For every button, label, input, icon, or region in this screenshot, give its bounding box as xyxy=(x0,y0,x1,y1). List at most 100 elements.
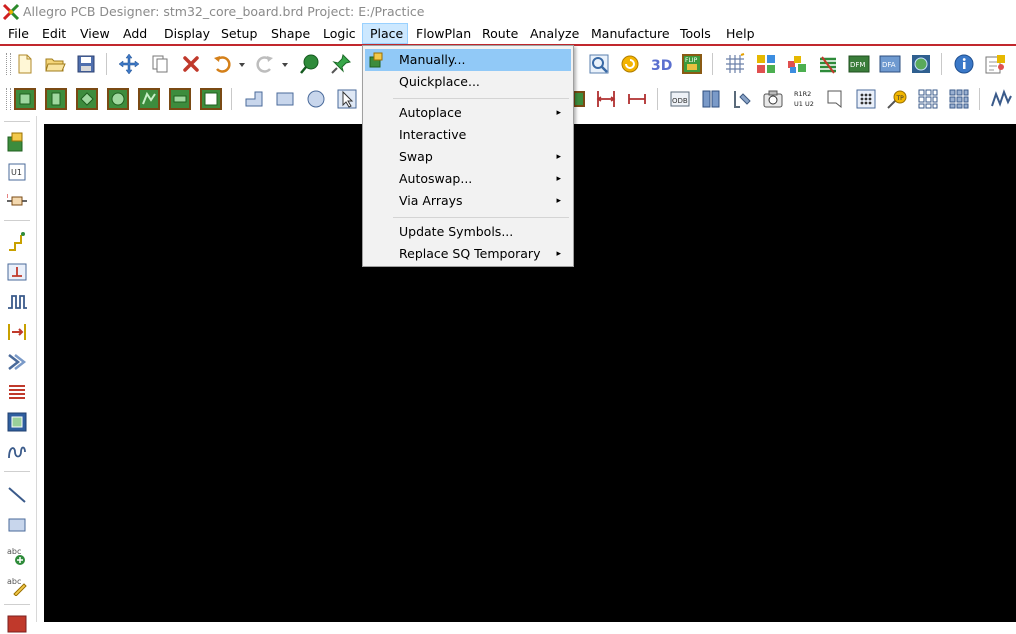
probe-icon[interactable]: TP xyxy=(886,88,908,110)
menu-analyze[interactable]: Analyze xyxy=(530,23,579,44)
svg-text:TP: TP xyxy=(896,95,905,102)
wave-route-icon[interactable] xyxy=(6,441,28,463)
menu-file[interactable]: File xyxy=(8,23,29,44)
menu-shape[interactable]: Shape xyxy=(271,23,310,44)
svg-text:DFA: DFA xyxy=(882,61,896,69)
menu-flowplan[interactable]: FlowPlan xyxy=(416,23,471,44)
menu-item-autoplace[interactable]: Autoplace ▸ xyxy=(365,102,571,124)
layer-2-icon[interactable] xyxy=(45,88,67,110)
add-text-icon[interactable]: abc xyxy=(6,544,28,566)
note-icon[interactable] xyxy=(824,88,846,110)
menu-setup[interactable]: Setup xyxy=(221,23,257,44)
new-file-icon[interactable] xyxy=(14,53,36,75)
menu-item-autoswap[interactable]: Autoswap... ▸ xyxy=(365,168,571,190)
board-icon[interactable] xyxy=(6,411,28,433)
menu-add[interactable]: Add xyxy=(123,23,147,44)
flip-icon[interactable]: FLIP xyxy=(681,53,703,75)
refdes-u1-icon[interactable]: U1 xyxy=(6,161,28,183)
refresh-icon[interactable] xyxy=(619,53,641,75)
odb-icon[interactable]: ODB xyxy=(669,88,691,110)
toolbar-separator xyxy=(231,88,232,110)
dim-2-icon[interactable] xyxy=(626,88,648,110)
menu-item-interactive[interactable]: Interactive xyxy=(365,124,571,146)
menu-item-swap[interactable]: Swap ▸ xyxy=(365,146,571,168)
misc-icon[interactable] xyxy=(6,612,28,634)
menu-edit[interactable]: Edit xyxy=(42,23,66,44)
rect-shape-icon[interactable] xyxy=(274,88,296,110)
menu-help[interactable]: Help xyxy=(726,23,755,44)
menu-logic[interactable]: Logic xyxy=(323,23,356,44)
menu-tools[interactable]: Tools xyxy=(680,23,711,44)
menu-item-label: Autoplace xyxy=(399,105,462,120)
rectangle-icon[interactable] xyxy=(6,514,28,536)
redo-icon[interactable] xyxy=(254,53,276,75)
color-icon[interactable] xyxy=(755,53,777,75)
menu-view[interactable]: View xyxy=(80,23,110,44)
menu-item-quickplace[interactable]: Quickplace... xyxy=(365,71,571,93)
3d-view-icon[interactable]: 3D xyxy=(650,53,672,75)
wave-icon[interactable] xyxy=(990,88,1012,110)
open-folder-icon[interactable] xyxy=(44,53,66,75)
menu-place[interactable]: Place xyxy=(362,23,408,44)
layer-icon[interactable] xyxy=(786,53,808,75)
stackup-icon[interactable] xyxy=(817,53,839,75)
camera-icon[interactable] xyxy=(762,88,784,110)
menu-item-replace-sq-temporary[interactable]: Replace SQ Temporary ▸ xyxy=(365,243,571,265)
place-manual-icon xyxy=(369,52,385,68)
book-icon[interactable] xyxy=(700,88,722,110)
layer-1-icon[interactable] xyxy=(14,88,36,110)
meander-icon[interactable] xyxy=(6,291,28,313)
menu-item-update-symbols[interactable]: Update Symbols... xyxy=(365,221,571,243)
place-comp-icon[interactable] xyxy=(6,131,28,153)
grid-icon[interactable] xyxy=(724,53,746,75)
undo-icon[interactable] xyxy=(211,53,233,75)
grid-dots-icon[interactable] xyxy=(855,88,877,110)
array-2-icon[interactable] xyxy=(948,88,970,110)
toolbar-grip xyxy=(6,88,11,110)
pin-icon[interactable] xyxy=(330,53,352,75)
circle-shape-icon[interactable] xyxy=(305,88,327,110)
fanout-icon[interactable] xyxy=(6,261,28,283)
edit-text-icon[interactable]: abc xyxy=(6,574,28,596)
refdes-icon[interactable]: R1R2 U1 U2 xyxy=(793,88,815,110)
dim-1-icon[interactable] xyxy=(595,88,617,110)
layer-7-icon[interactable] xyxy=(200,88,222,110)
array-1-icon[interactable] xyxy=(917,88,939,110)
move-icon[interactable] xyxy=(118,53,140,75)
property-icon[interactable] xyxy=(984,53,1006,75)
save-icon[interactable] xyxy=(75,53,97,75)
globe-icon[interactable] xyxy=(910,53,932,75)
chevron-down-icon[interactable] xyxy=(236,53,248,75)
toolbar-separator xyxy=(4,604,30,605)
menu-display[interactable]: Display xyxy=(164,23,210,44)
bus-route-icon[interactable] xyxy=(6,351,28,373)
menu-item-manually[interactable]: Manually... xyxy=(365,49,571,71)
left-toolbar: U1 I abc abc xyxy=(0,116,37,633)
zoom-fit-icon[interactable] xyxy=(588,53,610,75)
menu-route[interactable]: Route xyxy=(482,23,518,44)
line-icon[interactable] xyxy=(6,484,28,506)
step-shape-icon[interactable] xyxy=(243,88,265,110)
delay-tune-icon[interactable] xyxy=(6,321,28,343)
menu-item-label: Update Symbols... xyxy=(399,224,514,239)
delete-icon[interactable] xyxy=(180,53,202,75)
layer-3-icon[interactable] xyxy=(76,88,98,110)
resistor-icon[interactable]: I xyxy=(6,190,28,212)
submenu-arrow-icon: ▸ xyxy=(556,249,561,259)
copy-icon[interactable] xyxy=(149,53,171,75)
info-icon[interactable] xyxy=(953,53,975,75)
chevron-down-icon[interactable] xyxy=(279,53,291,75)
select-arrow-icon[interactable] xyxy=(336,88,358,110)
route-icon[interactable] xyxy=(6,231,28,253)
measure-icon[interactable] xyxy=(731,88,753,110)
menu-manufacture[interactable]: Manufacture xyxy=(591,23,670,44)
menu-item-label: Via Arrays xyxy=(399,193,463,208)
menu-item-via-arrays[interactable]: Via Arrays ▸ xyxy=(365,190,571,212)
dfa-icon[interactable]: DFA xyxy=(879,53,901,75)
layer-5-icon[interactable] xyxy=(138,88,160,110)
add-connect-icon[interactable] xyxy=(299,53,321,75)
list-icon[interactable] xyxy=(6,381,28,403)
layer-4-icon[interactable] xyxy=(107,88,129,110)
layer-6-icon[interactable] xyxy=(169,88,191,110)
dfm-icon[interactable]: DFM xyxy=(848,53,870,75)
